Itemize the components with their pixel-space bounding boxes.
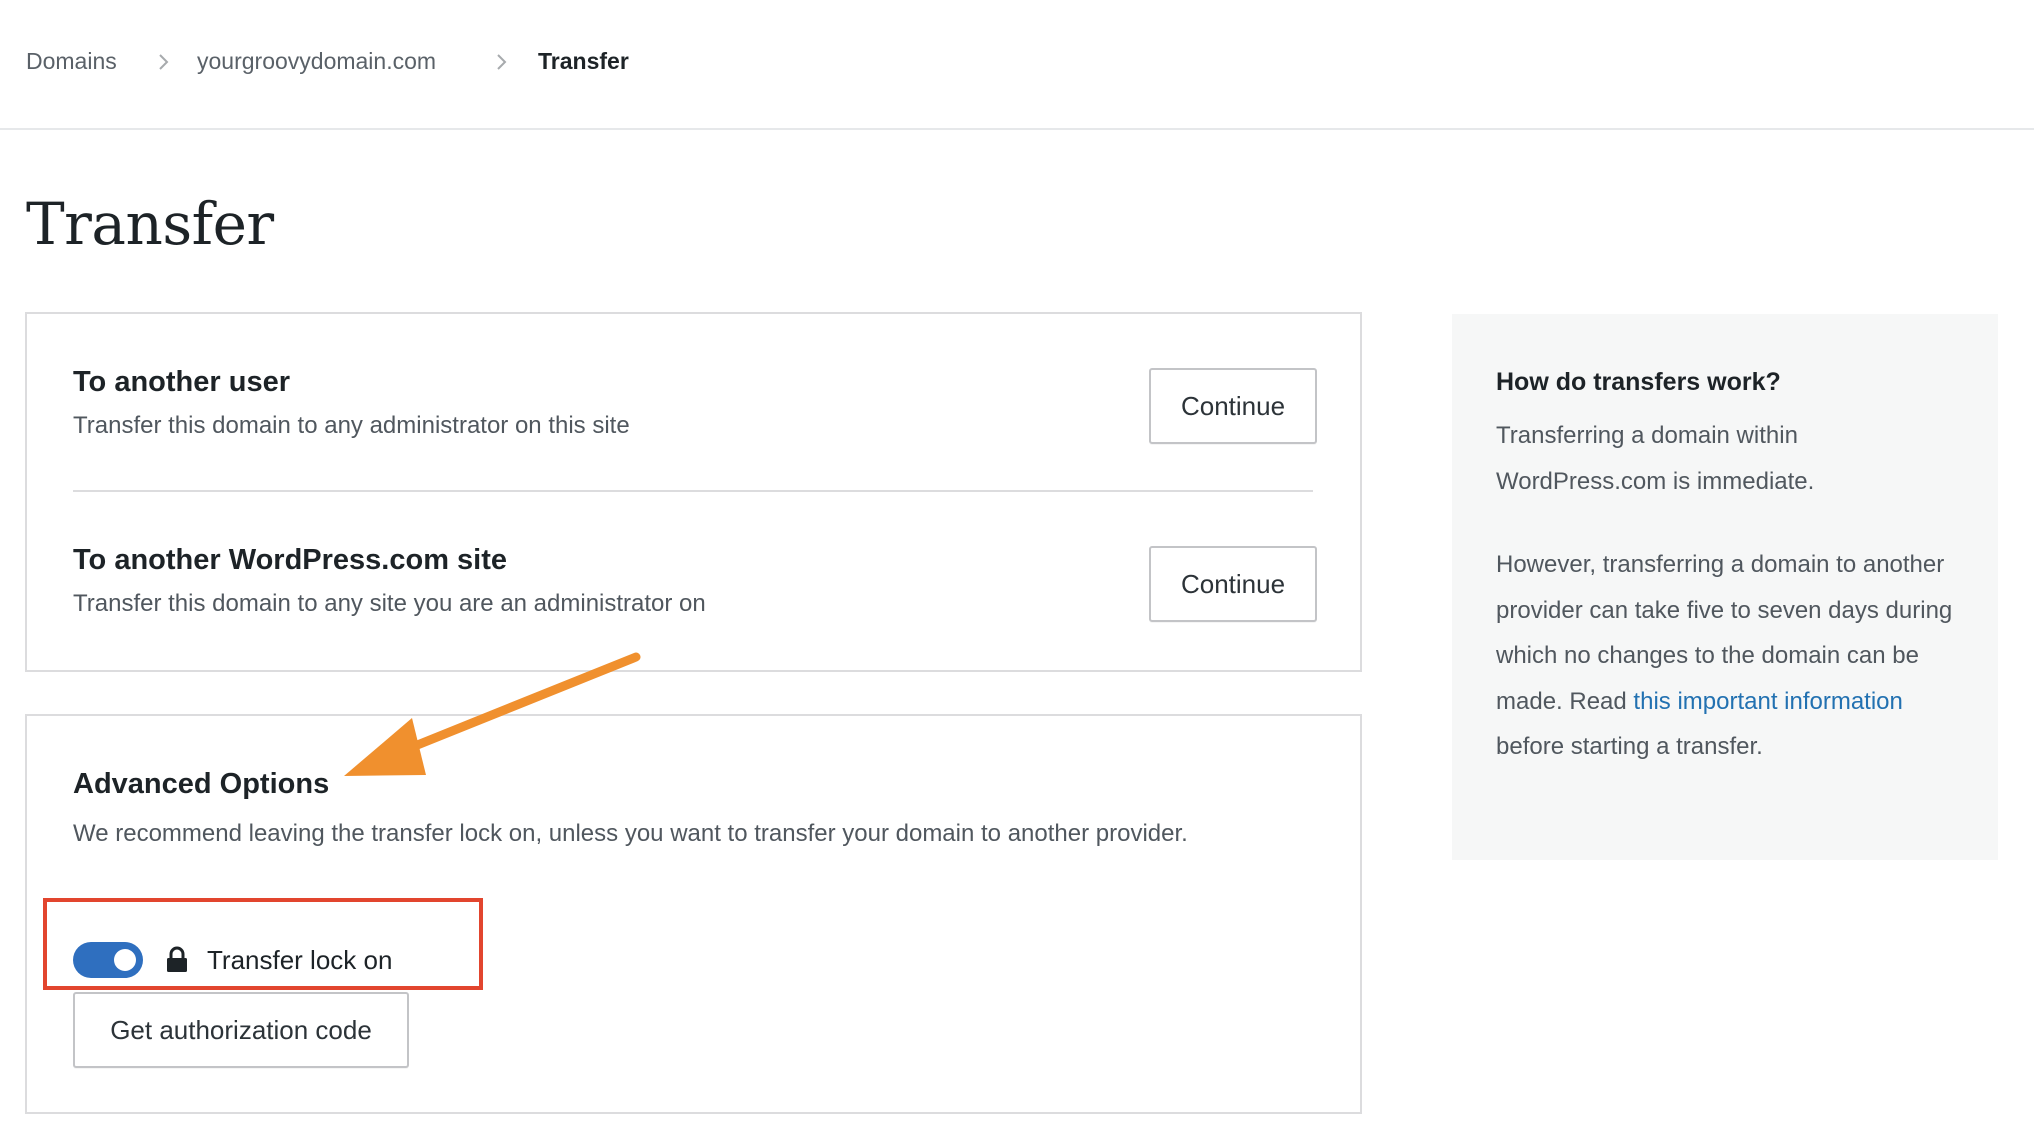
chevron-right-icon — [154, 50, 174, 74]
toggle-knob — [114, 949, 136, 971]
help-panel-paragraph-2: However, transferring a domain to anothe… — [1496, 542, 1966, 770]
advanced-options-card: Advanced Options We recommend leaving th… — [25, 714, 1362, 1114]
option-desc-another-user: Transfer this domain to any administrato… — [73, 412, 630, 439]
continue-button-another-user[interactable]: Continue — [1149, 368, 1317, 444]
help-text-after-link: before starting a transfer. — [1496, 733, 1763, 760]
option-title-another-user: To another user — [73, 366, 290, 398]
transfer-lock-row: Transfer lock on — [73, 934, 392, 986]
breadcrumb: Domains yourgroovydomain.com Transfer — [0, 0, 2034, 130]
chevron-right-icon — [492, 50, 512, 74]
help-panel-title: How do transfers work? — [1496, 368, 1781, 396]
continue-button-another-site[interactable]: Continue — [1149, 546, 1317, 622]
option-title-another-site: To another WordPress.com site — [73, 544, 508, 576]
divider — [73, 490, 1313, 492]
option-desc-another-site: Transfer this domain to any site you are… — [73, 590, 706, 617]
breadcrumb-item-domains[interactable]: Domains — [26, 48, 117, 75]
page-title: Transfer — [26, 190, 274, 258]
advanced-options-title: Advanced Options — [73, 768, 330, 800]
important-information-link[interactable]: this important information — [1633, 688, 1902, 715]
transfer-lock-toggle[interactable] — [73, 942, 143, 978]
advanced-options-description: We recommend leaving the transfer lock o… — [73, 820, 1188, 847]
help-panel-paragraph-1: Transferring a domain within WordPress.c… — [1496, 422, 1815, 495]
breadcrumb-item-current: Transfer — [538, 48, 629, 74]
get-authorization-code-button[interactable]: Get authorization code — [73, 992, 409, 1068]
breadcrumb-item-domain[interactable]: yourgroovydomain.com — [197, 48, 436, 75]
help-panel: How do transfers work? Transferring a do… — [1452, 314, 1998, 860]
transfer-lock-label: Transfer lock on — [207, 944, 393, 975]
lock-icon — [165, 946, 189, 974]
transfer-options-card: To another user Transfer this domain to … — [25, 312, 1362, 672]
